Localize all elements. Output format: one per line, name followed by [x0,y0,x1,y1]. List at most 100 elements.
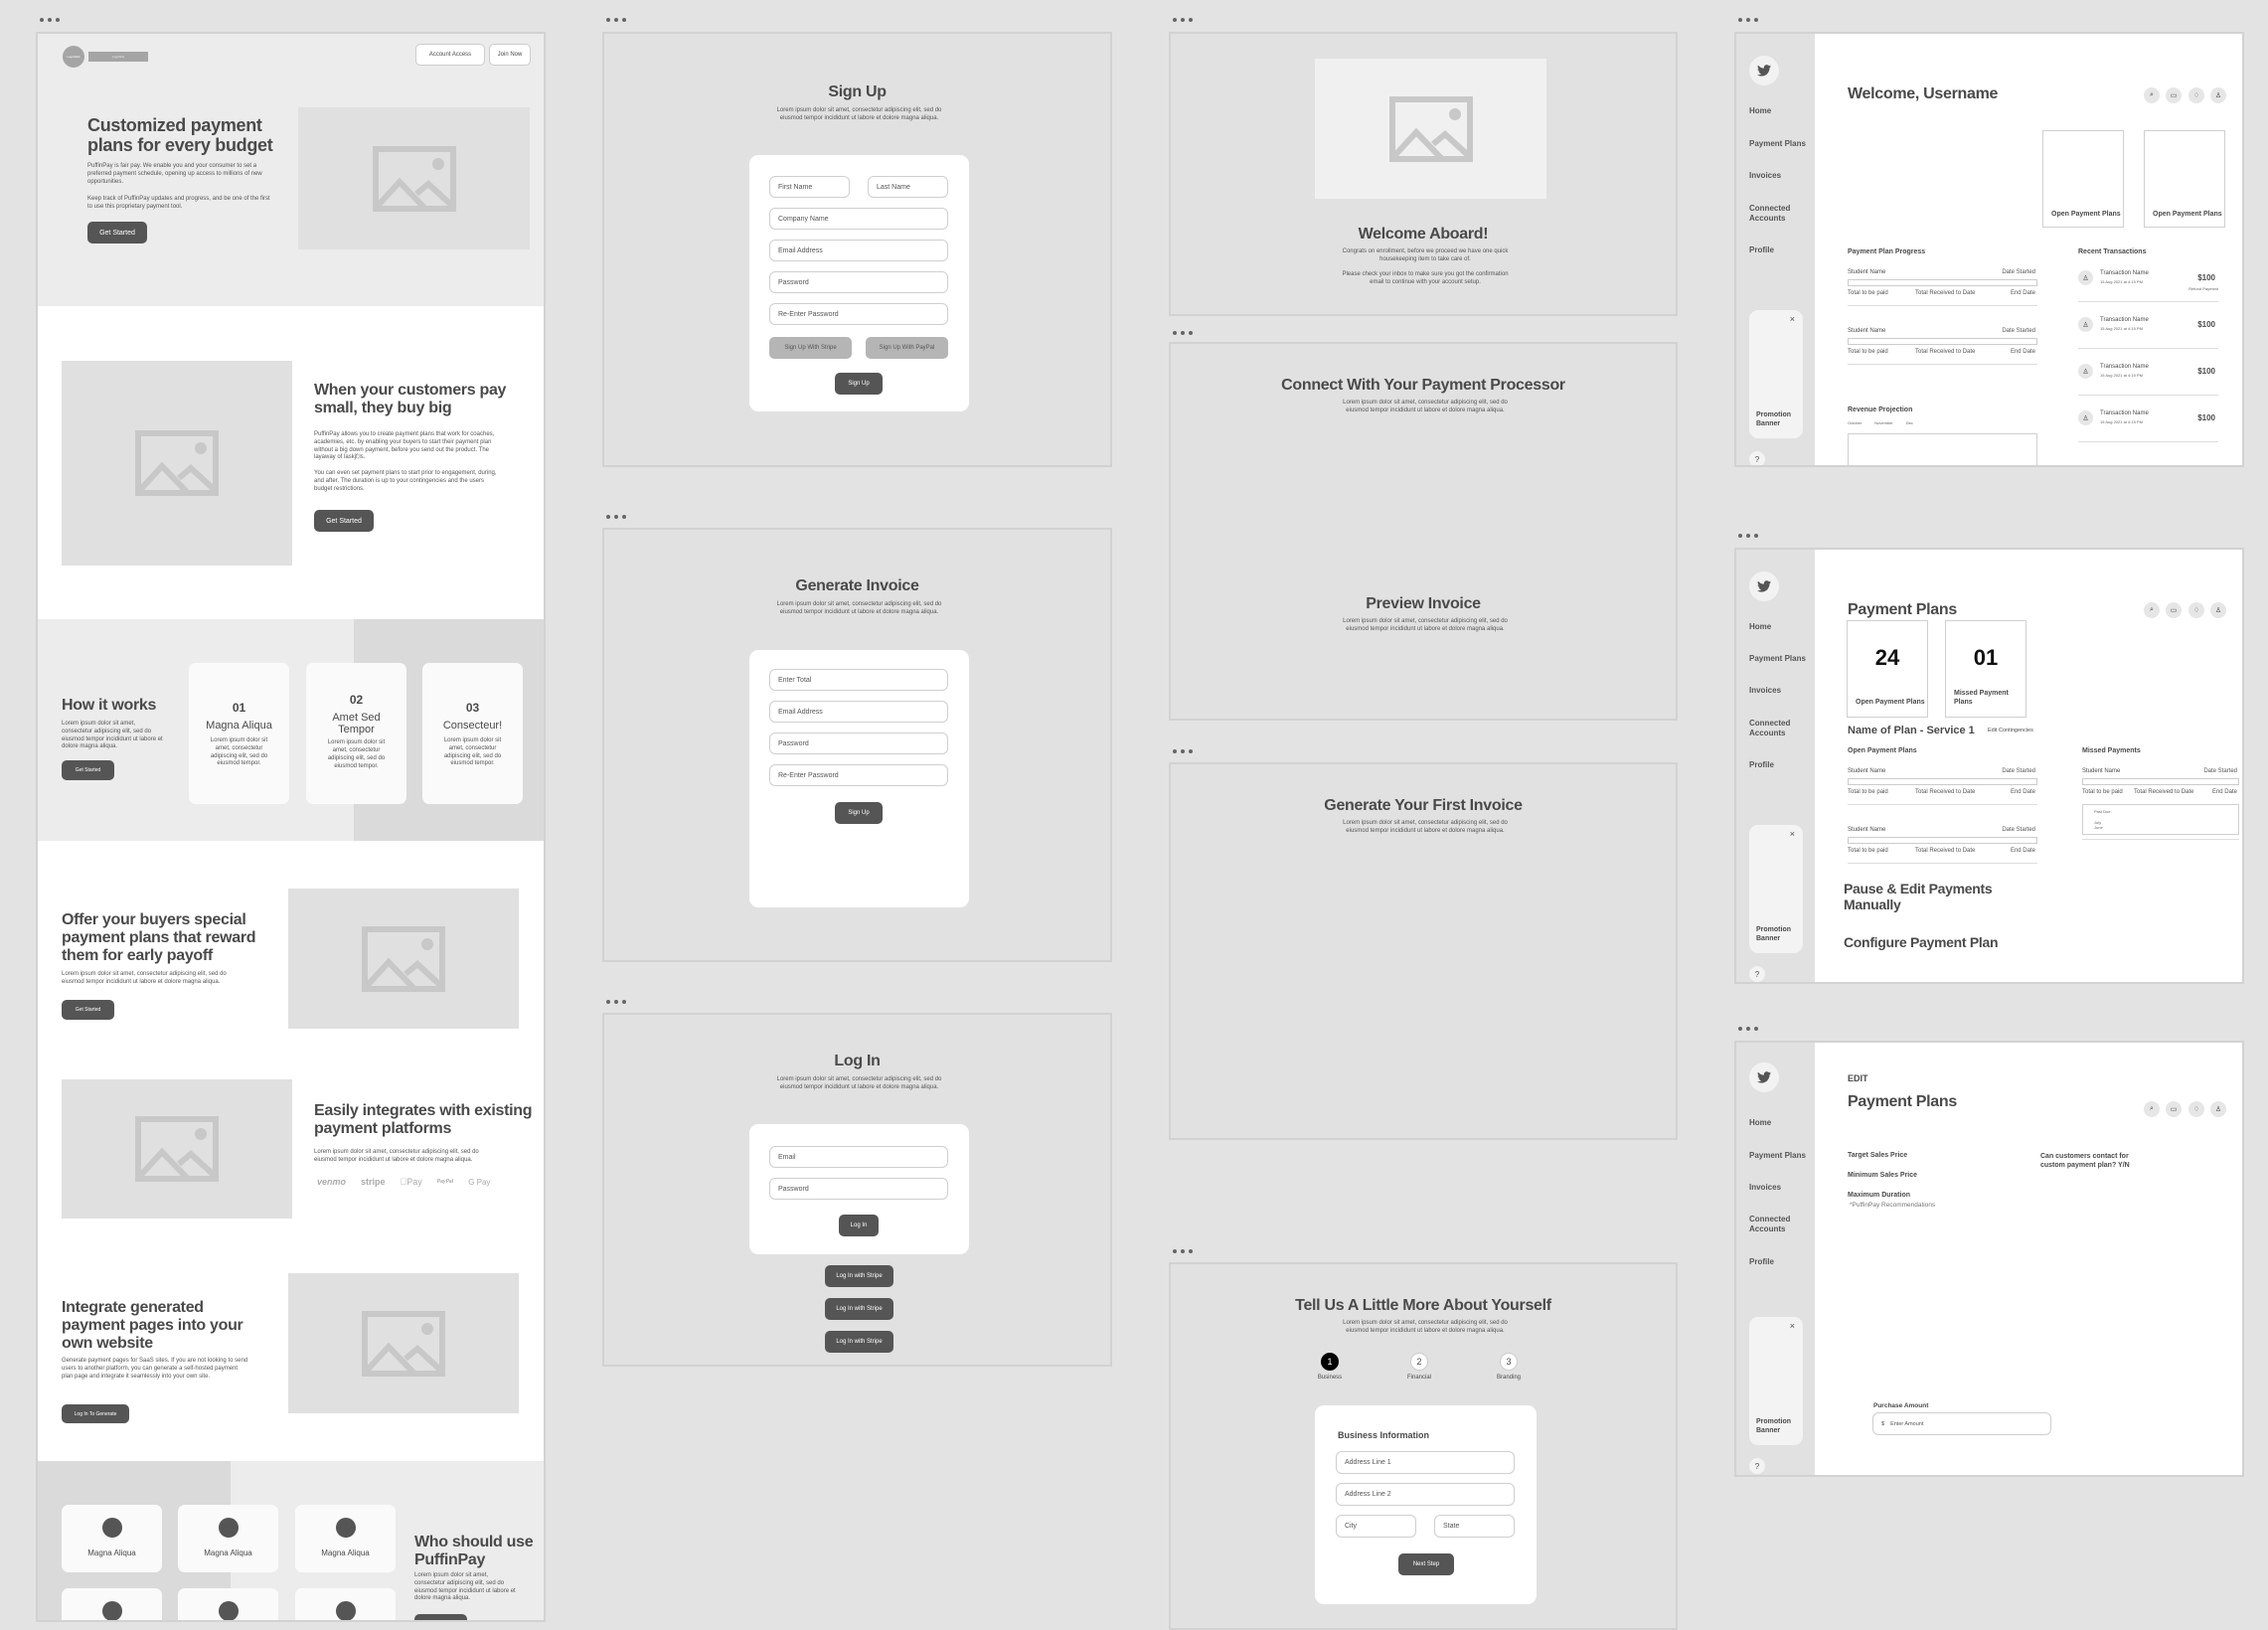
target-sales-price-label[interactable]: Target Sales Price [1848,1152,1907,1159]
frame-menu-dots[interactable] [40,18,60,22]
log-in-with-stripe-button[interactable]: Log In with Stripe [825,1265,893,1287]
help-icon[interactable]: ? [1749,451,1765,465]
account-access-button[interactable]: Account Access [415,44,485,66]
promotion-banner[interactable]: × Promotion Banner [1749,1317,1803,1445]
password-input[interactable]: Password [769,271,948,293]
stat-card[interactable]: Open Payment Plans [2144,130,2225,228]
next-step-button[interactable]: Next Step [1398,1553,1454,1575]
nav-payment-plans[interactable]: Payment Plans [1749,654,1811,664]
messages-icon[interactable]: ▭ [2166,87,2182,103]
nav-home[interactable]: Home [1749,622,1811,632]
help-icon[interactable]: ? [1749,1458,1765,1474]
nav-profile[interactable]: Profile [1749,760,1811,770]
frame-menu-dots[interactable] [1738,1027,1758,1031]
nav-payment-plans[interactable]: Payment Plans [1749,139,1811,149]
user-icon[interactable]: ♙ [2210,87,2226,103]
promotion-banner[interactable]: × Promotion Banner [1749,310,1803,438]
close-icon[interactable]: × [1790,1321,1795,1331]
nav-home[interactable]: Home [1749,1118,1811,1128]
nav-connected-accounts[interactable]: Connected Accounts [1749,719,1811,737]
nav-invoices[interactable]: Invoices [1749,1183,1811,1193]
nav-profile[interactable]: Profile [1749,1257,1811,1267]
address-line-1-input[interactable]: Address Line 1 [1336,1451,1515,1474]
step-financial[interactable]: 2 Financial [1399,1353,1439,1381]
search-icon[interactable]: ⌕ [2144,1101,2160,1117]
log-in-button[interactable]: Log In [839,1215,879,1236]
log-in-with-stripe-button[interactable]: Log In with Stripe [825,1298,893,1320]
custom-plan-question[interactable]: Can customers contact for custom payment… [2040,1152,2155,1170]
bell-icon[interactable]: ♢ [2188,602,2204,618]
progress-row[interactable]: Student Name Date Started Total to be pa… [1848,328,2037,372]
sign-up-paypal-button[interactable]: Sign Up With PayPal [866,337,948,359]
plan-row[interactable]: Student Name Date Started Total to be pa… [1848,827,2037,871]
user-icon[interactable]: ♙ [2210,602,2226,618]
nav-invoices[interactable]: Invoices [1749,686,1811,696]
help-icon[interactable]: ? [1749,966,1765,982]
user-icon[interactable]: ♙ [2210,1101,2226,1117]
password-input[interactable]: Password [769,1178,948,1200]
logo-mark[interactable]: LogoMark [63,46,84,68]
step-business[interactable]: 1 Business [1310,1353,1350,1381]
company-name-input[interactable]: Company Name [769,208,948,230]
sign-up-button[interactable]: Sign Up [835,373,883,395]
get-started-button[interactable]: Get Started [62,1000,114,1020]
frame-menu-dots[interactable] [606,18,626,22]
re-enter-password-input[interactable]: Re-Enter Password [769,764,948,786]
close-icon[interactable]: × [1790,829,1795,839]
open-plans-stat-card[interactable]: 24 Open Payment Plans [1847,620,1928,718]
step-branding[interactable]: 3 Branding [1489,1353,1529,1381]
messages-icon[interactable]: ▭ [2166,602,2182,618]
frame-menu-dots[interactable] [1173,1249,1193,1253]
address-line-2-input[interactable]: Address Line 2 [1336,1483,1515,1506]
submit-button[interactable]: Sign Up [835,802,883,824]
messages-icon[interactable]: ▭ [2166,1101,2182,1117]
sign-up-stripe-button[interactable]: Sign Up With Stripe [769,337,852,359]
twitter-logo-icon[interactable] [1749,571,1779,601]
city-input[interactable]: City [1336,1515,1416,1538]
frame-menu-dots[interactable] [606,1000,626,1004]
nav-connected-accounts[interactable]: Connected Accounts [1749,204,1811,223]
email-input[interactable]: Email Address [769,240,948,261]
frame-menu-dots[interactable] [1173,749,1193,753]
pause-edit-heading[interactable]: Pause & Edit Payments Manually [1844,881,2042,912]
twitter-logo-icon[interactable] [1749,1062,1779,1092]
purchase-amount-input[interactable]: $ Enter Amount [1872,1412,2051,1435]
missed-row[interactable]: Student Name Date Started Total to be pa… [2082,768,2239,852]
stat-card[interactable]: Open Payment Plans [2042,130,2124,228]
state-input[interactable]: State [1434,1515,1515,1538]
password-input[interactable]: Password [769,733,948,754]
bell-icon[interactable]: ♢ [2188,87,2204,103]
nav-home[interactable]: Home [1749,106,1811,116]
nav-payment-plans[interactable]: Payment Plans [1749,1151,1811,1161]
get-started-button[interactable]: Get Started [87,222,147,244]
nav-connected-accounts[interactable]: Connected Accounts [1749,1215,1811,1233]
log-in-with-stripe-button[interactable]: Log In with Stripe [825,1331,893,1353]
nav-profile[interactable]: Profile [1749,245,1811,255]
search-icon[interactable]: ⌕ [2144,602,2160,618]
transaction-row[interactable]: ♙ Transaction Name 15 Aug 2021 at 4:15 P… [2078,362,2218,408]
log-in-to-generate-button[interactable]: Log In To Generate [62,1404,129,1423]
re-enter-password-input[interactable]: Re-Enter Password [769,303,948,325]
progress-row[interactable]: Student Name Date Started Total to be pa… [1848,269,2037,313]
search-icon[interactable]: ⌕ [2144,87,2160,103]
join-now-button[interactable]: Join Now [489,44,531,66]
frame-menu-dots[interactable] [1738,534,1758,538]
edit-contingencies-link[interactable]: Edit Contingencies [1988,728,2033,734]
plan-row[interactable]: Student Name Date Started Total to be pa… [1848,768,2037,812]
total-input[interactable]: Enter Total [769,669,948,691]
first-name-input[interactable]: First Name [769,176,850,198]
email-input[interactable]: Email Address [769,701,948,723]
maximum-duration-label[interactable]: Maximum Duration [1848,1192,1910,1199]
frame-menu-dots[interactable] [606,515,626,519]
configure-heading[interactable]: Configure Payment Plan [1844,934,1999,951]
transaction-row[interactable]: ♙ Transaction Name 15 Aug 2021 at 4:15 P… [2078,408,2218,455]
promotion-banner[interactable]: × Promotion Banner [1749,825,1803,953]
close-icon[interactable]: × [1790,314,1795,324]
twitter-logo-icon[interactable] [1749,56,1779,85]
transaction-row[interactable]: ♙ Transaction Name 15 Aug 2021 at 4:15 P… [2078,268,2218,315]
email-input[interactable]: Email [769,1146,948,1168]
refund-payment-link[interactable]: Refund Payment [2188,286,2218,291]
minimum-sales-price-label[interactable]: Minimum Sales Price [1848,1172,1917,1179]
last-name-input[interactable]: Last Name [868,176,948,198]
nav-invoices[interactable]: Invoices [1749,171,1811,181]
